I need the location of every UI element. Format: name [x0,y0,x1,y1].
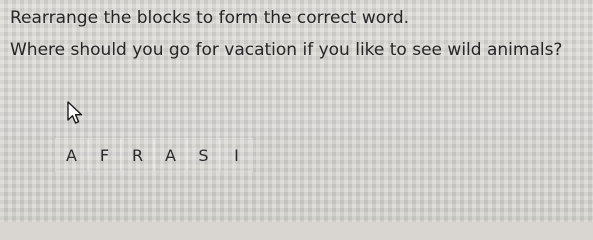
letter-block[interactable]: A [154,138,187,172]
letter-blocks: A F R A S I [55,138,255,174]
letter-block[interactable]: I [220,138,253,172]
letter-block[interactable]: R [121,138,154,172]
screen-background [0,0,593,222]
question-text: Where should you go for vacation if you … [10,40,563,60]
arrow-pointer-icon [66,100,88,126]
instruction-text: Rearrange the blocks to form the correct… [10,8,410,28]
letter-block[interactable]: F [88,138,121,172]
letter-block[interactable]: S [187,138,220,172]
letter-block[interactable]: A [55,138,88,172]
